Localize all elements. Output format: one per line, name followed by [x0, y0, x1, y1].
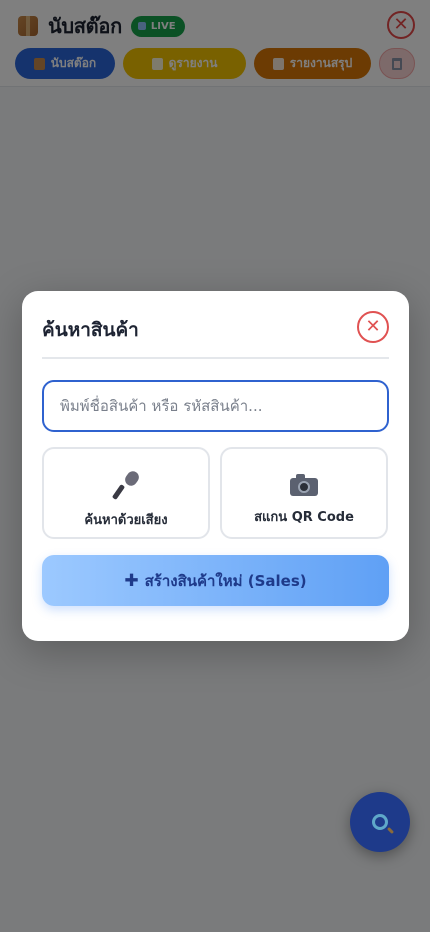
- voice-search-label: ค้นหาด้วยเสียง: [84, 513, 168, 528]
- modal-close-button[interactable]: ✕: [357, 311, 389, 343]
- camera-icon: [290, 474, 318, 496]
- product-search-modal: ค้นหาสินค้า ✕ ค้นหาด้วยเสียง สแกน QR Cod…: [22, 291, 409, 641]
- magnifier-icon: [372, 814, 388, 830]
- microphone-icon: [111, 468, 142, 500]
- modal-title: ค้นหาสินค้า: [42, 319, 139, 341]
- close-icon: ✕: [365, 316, 381, 337]
- create-product-label: สร้างสินค้าใหม่ (Sales): [144, 571, 307, 590]
- product-search-input[interactable]: [42, 380, 389, 432]
- scan-qr-label: สแกน QR Code: [254, 510, 354, 525]
- scan-qr-button[interactable]: สแกน QR Code: [220, 447, 388, 539]
- create-product-button[interactable]: ✚ สร้างสินค้าใหม่ (Sales): [42, 555, 389, 606]
- voice-search-button[interactable]: ค้นหาด้วยเสียง: [42, 447, 210, 539]
- modal-divider: [42, 357, 389, 359]
- search-fab-button[interactable]: [350, 792, 410, 852]
- plus-icon: ✚: [124, 570, 139, 591]
